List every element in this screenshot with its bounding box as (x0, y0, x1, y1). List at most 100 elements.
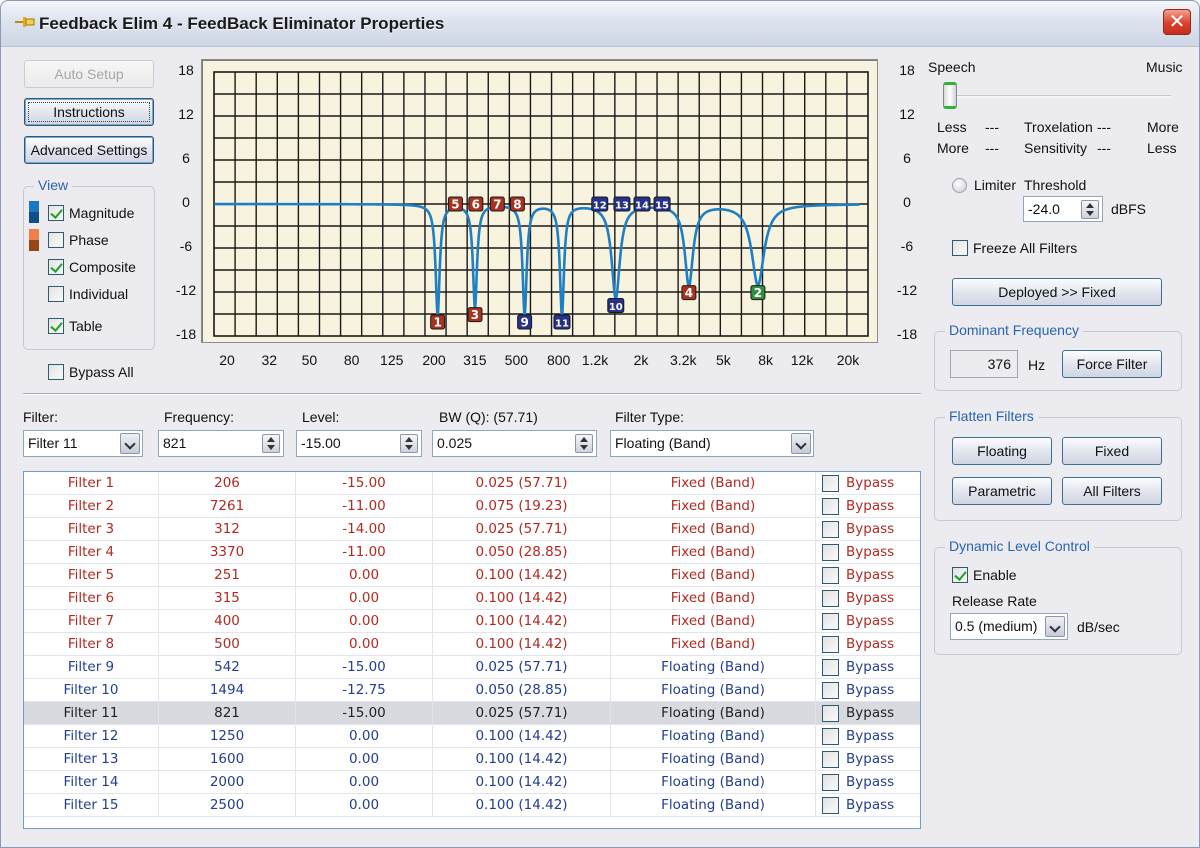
advanced-settings-button[interactable]: Advanced Settings (24, 136, 154, 164)
flatten-all-filters-button[interactable]: All Filters (1062, 477, 1162, 505)
cell-bypass: Bypass (816, 725, 920, 748)
bypass-checkbox[interactable] (822, 636, 839, 653)
filter-marker-1[interactable]: 1 (430, 314, 446, 330)
view-composite-checkbox[interactable] (48, 259, 64, 275)
filter-table-row[interactable]: Filter 8 500 0.00 0.100 (14.42) Fixed (Band)… (24, 633, 920, 656)
cell-freq: 500 (159, 633, 296, 656)
filter-marker-label: 9 (520, 316, 528, 330)
bypass-checkbox[interactable] (822, 728, 839, 745)
filter-table-row[interactable]: Filter 4 3370 -11.00 0.050 (28.85) Fixed (Ba… (24, 541, 920, 564)
bypass-checkbox[interactable] (822, 567, 839, 584)
level-input[interactable]: -15.00 (296, 430, 422, 457)
filter-marker-5[interactable]: 5 (447, 196, 463, 212)
filter-table-row[interactable]: Filter 5 251 0.00 0.100 (14.42) Fixed (Band)… (24, 564, 920, 587)
filter-marker-14[interactable]: 14 (633, 196, 651, 212)
force-filter-button[interactable]: Force Filter (1062, 350, 1162, 378)
flatten-floating-button[interactable]: Floating (952, 437, 1052, 465)
instructions-button[interactable]: Instructions (24, 98, 154, 126)
filter-table-row[interactable]: Filter 9 542 -15.00 0.025 (57.71) Floating (… (24, 656, 920, 679)
bypass-checkbox[interactable] (822, 498, 839, 515)
bypass-label: Bypass (846, 613, 895, 629)
filter-table-row[interactable]: Filter 3 312 -14.00 0.025 (57.71) Fixed (Ban… (24, 518, 920, 541)
bypass-all-checkbox[interactable] (48, 364, 64, 380)
cell-name: Filter 14 (24, 771, 159, 794)
bypass-checkbox[interactable] (822, 590, 839, 607)
x-tick: 2k (633, 352, 649, 368)
filter-marker-2[interactable]: 2 (750, 285, 766, 301)
bypass-checkbox[interactable] (822, 475, 839, 492)
chevron-down-icon[interactable] (120, 433, 140, 454)
bypass-checkbox[interactable] (822, 774, 839, 791)
frequency-response-chart[interactable]: 1 2 3 4 5 6 7 8 9 10 11 12 13 14 15 (201, 59, 878, 343)
filters-table[interactable]: Filter 1 206 -15.00 0.025 (57.71) Fixed (Ban… (23, 471, 921, 829)
cell-type: Fixed (Band) (611, 633, 816, 656)
deployed-fixed-button[interactable]: Deployed >> Fixed (952, 278, 1162, 306)
threshold-spinner-icon[interactable] (1081, 200, 1099, 219)
bypass-checkbox[interactable] (822, 544, 839, 561)
bypass-checkbox[interactable] (822, 682, 839, 699)
cell-name: Filter 6 (24, 587, 159, 610)
bypass-checkbox[interactable] (822, 751, 839, 768)
cell-type: Floating (Band) (611, 748, 816, 771)
chevron-down-icon[interactable] (791, 433, 811, 454)
filter-marker-8[interactable]: 8 (509, 196, 525, 212)
bypass-checkbox[interactable] (822, 705, 839, 722)
filter-marker-15[interactable]: 15 (653, 196, 671, 212)
slider-row2-text: Sensitivity (1024, 140, 1088, 156)
slider-row2-text: More (937, 140, 969, 156)
filter-marker-3[interactable]: 3 (467, 307, 483, 323)
auto-setup-button[interactable]: Auto Setup (24, 60, 154, 88)
filter-marker-12[interactable]: 12 (591, 196, 609, 212)
level-spinner-icon[interactable] (400, 434, 418, 453)
filter-table-row[interactable]: Filter 13 1600 0.00 0.100 (14.42) Floating (… (24, 748, 920, 771)
view-table-checkbox[interactable] (48, 318, 64, 334)
frequency-input[interactable]: 821 (158, 430, 284, 457)
chevron-down-icon[interactable] (1045, 616, 1065, 637)
filter-marker-9[interactable]: 9 (517, 314, 533, 330)
freeze-all-filters-checkbox[interactable] (952, 240, 968, 256)
view-individual-checkbox[interactable] (48, 286, 64, 302)
view-magnitude-checkbox[interactable] (48, 205, 64, 221)
limiter-radio[interactable] (952, 178, 967, 193)
filter-marker-11[interactable]: 11 (553, 314, 571, 330)
bw-input[interactable]: 0.025 (432, 430, 597, 457)
cell-bw: 0.100 (14.42) (433, 771, 611, 794)
speech-music-slider-thumb[interactable] (943, 82, 957, 109)
filter-marker-7[interactable]: 7 (489, 196, 505, 212)
filter-table-row[interactable]: Filter 1 206 -15.00 0.025 (57.71) Fixed (Ban… (24, 472, 920, 495)
view-phase-checkbox[interactable] (48, 232, 64, 248)
frequency-spinner-icon[interactable] (262, 434, 280, 453)
bypass-checkbox[interactable] (822, 797, 839, 814)
filter-select[interactable]: Filter 11 (23, 430, 143, 457)
bypass-checkbox[interactable] (822, 659, 839, 676)
filter-table-row[interactable]: Filter 6 315 0.00 0.100 (14.42) Fixed (Band)… (24, 587, 920, 610)
filter-table-row[interactable]: Filter 10 1494 -12.75 0.050 (28.85) Floating… (24, 679, 920, 702)
bypass-checkbox[interactable] (822, 521, 839, 538)
filter-table-row[interactable]: Filter 7 400 0.00 0.100 (14.42) Fixed (Band)… (24, 610, 920, 633)
bypass-checkbox[interactable] (822, 613, 839, 630)
speech-music-slider-track[interactable] (957, 95, 1171, 98)
dlc-enable-checkbox[interactable] (952, 567, 968, 583)
cell-level: -15.00 (296, 702, 433, 725)
bypass-label: Bypass (846, 544, 895, 560)
filter-type-select[interactable]: Floating (Band) (610, 430, 814, 457)
threshold-input[interactable]: -24.0 (1023, 196, 1103, 222)
bw-spinner-icon[interactable] (575, 434, 593, 453)
filter-marker-10[interactable]: 10 (607, 298, 625, 314)
filter-table-row[interactable]: Filter 12 1250 0.00 0.100 (14.42) Floating (… (24, 725, 920, 748)
filter-marker-13[interactable]: 13 (613, 196, 631, 212)
flatten-fixed-button[interactable]: Fixed (1062, 437, 1162, 465)
cell-type: Floating (Band) (611, 656, 816, 679)
filter-table-row[interactable]: Filter 11 821 -15.00 0.025 (57.71) Floating … (24, 702, 920, 725)
cell-name: Filter 2 (24, 495, 159, 518)
filter-marker-4[interactable]: 4 (681, 285, 697, 301)
cell-bw: 0.025 (57.71) (433, 702, 611, 725)
flatten-parametric-button[interactable]: Parametric (952, 477, 1052, 505)
filter-table-row[interactable]: Filter 14 2000 0.00 0.100 (14.42) Floating (… (24, 771, 920, 794)
filter-marker-6[interactable]: 6 (468, 196, 484, 212)
close-button[interactable]: ✕ (1163, 9, 1191, 35)
filter-table-row[interactable]: Filter 15 2500 0.00 0.100 (14.42) Floating (… (24, 794, 920, 817)
release-rate-select[interactable]: 0.5 (medium) (950, 613, 1068, 640)
filter-table-row[interactable]: Filter 2 7261 -11.00 0.075 (19.23) Fixed (Ba… (24, 495, 920, 518)
title-bar[interactable]: Feedback Elim 4 - FeedBack Eliminator Pr… (1, 1, 1199, 47)
